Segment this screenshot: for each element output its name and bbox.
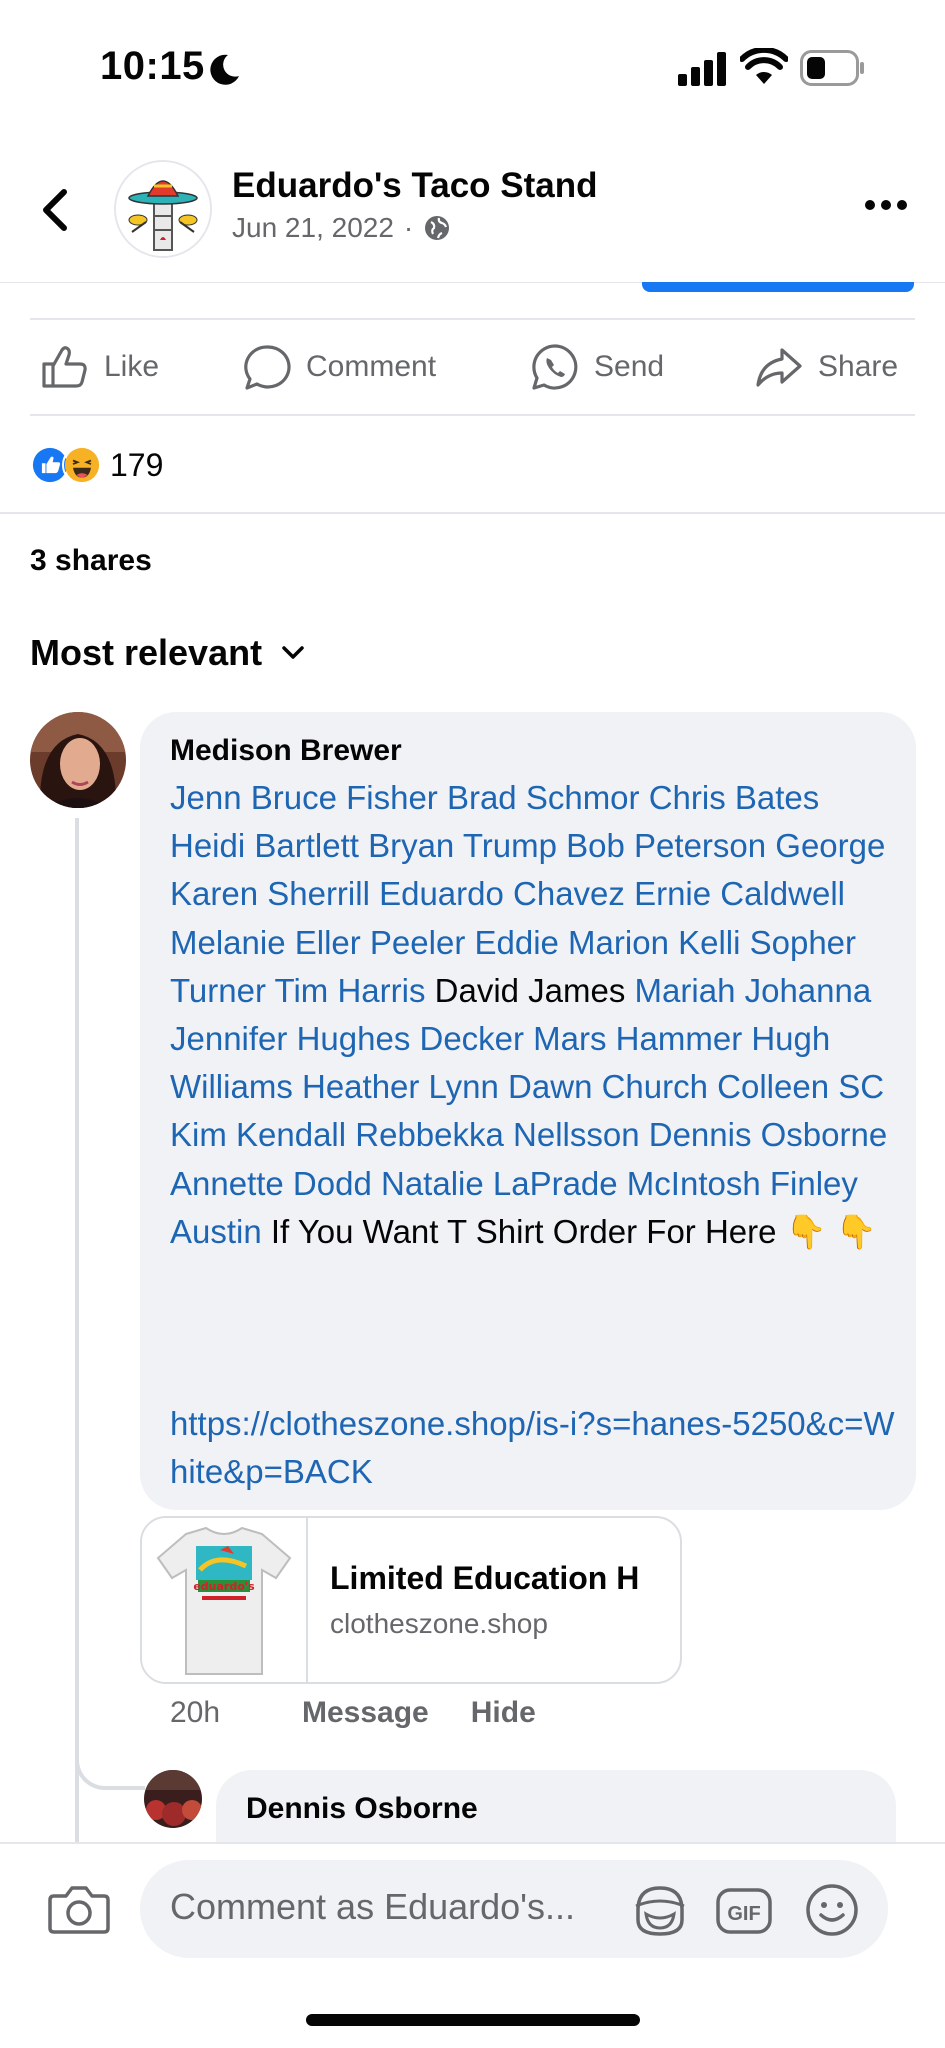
comment-label: Comment	[306, 350, 437, 383]
shirt-print-text: eduardo's	[193, 1580, 255, 1593]
reactions-summary[interactable]: 179	[30, 442, 163, 488]
share-button[interactable]: Share	[754, 344, 898, 390]
tshirt-image-icon: eduardo's	[156, 1526, 292, 1675]
gif-icon: GIF	[716, 1888, 772, 1934]
meta-separator: ·	[403, 212, 414, 243]
comment-input[interactable]: Comment as Eduardo's... GIF	[140, 1860, 888, 1958]
post-button-remnant	[642, 282, 914, 292]
haha-reaction-icon	[62, 445, 102, 485]
comment-input-placeholder: Comment as Eduardo's...	[170, 1886, 576, 1927]
wifi-icon	[740, 48, 788, 84]
status-time: 10:15	[100, 44, 205, 88]
share-arrow-icon	[756, 348, 802, 387]
thread-line	[75, 818, 79, 1844]
like-label: Like	[104, 350, 160, 383]
page-name[interactable]: Eduardo's Taco Stand	[232, 166, 598, 206]
comment-button[interactable]: Comment	[242, 344, 436, 390]
comment-text: If You Want T Shirt Order For Here 👇 👇	[261, 1212, 878, 1250]
comment-sort-dropdown[interactable]: Most relevant	[30, 632, 306, 674]
moon-icon	[210, 54, 239, 85]
comment-bubble-icon	[244, 345, 291, 390]
post-date: Jun 21, 2022	[232, 212, 394, 243]
profile-photo-icon	[30, 712, 126, 808]
avatar-sticker-icon[interactable]	[628, 1882, 690, 1938]
preview-title: Limited Education H	[330, 1560, 640, 1596]
post-meta: Jun 21, 2022 ·	[232, 212, 451, 244]
back-arrow-icon[interactable]	[36, 180, 76, 240]
chevron-down-icon	[282, 646, 304, 659]
thumbs-up-icon	[42, 346, 87, 388]
like-button[interactable]: Like	[40, 344, 159, 390]
reactions-divider	[0, 512, 945, 514]
hide-button[interactable]: Hide	[471, 1696, 536, 1730]
comment-text: David James	[425, 971, 635, 1009]
share-label: Share	[818, 350, 899, 383]
more-options-icon[interactable]	[864, 198, 908, 212]
reply-author[interactable]: Dennis Osborne	[246, 1792, 478, 1826]
thread-branch	[75, 1720, 145, 1790]
page-avatar[interactable]	[114, 160, 212, 258]
preview-domain: clotheszone.shop	[330, 1608, 548, 1639]
commenter-avatar[interactable]	[30, 712, 126, 808]
preview-thumbnail: eduardo's	[142, 1518, 308, 1682]
comment-bubble: Medison Brewer Jenn Bruce Fisher Brad Sc…	[140, 712, 916, 1510]
post-header: Eduardo's Taco Stand Jun 21, 2022 ·	[0, 150, 945, 280]
status-bar: 10:15	[0, 0, 945, 140]
message-button[interactable]: Message	[302, 1696, 429, 1730]
taco-stand-logo-icon	[116, 162, 210, 256]
whatsapp-icon	[532, 344, 578, 390]
comment-meta-row: 20h Message Hide	[170, 1696, 578, 1730]
emoji-icon[interactable]	[804, 1882, 860, 1938]
reply-author-avatar[interactable]	[144, 1770, 202, 1828]
comment-composer: Comment as Eduardo's... GIF	[0, 1842, 945, 2048]
reaction-count: 179	[110, 446, 164, 483]
sort-label: Most relevant	[30, 632, 263, 673]
profile-photo-icon	[144, 1770, 202, 1828]
shares-count[interactable]: 3 shares	[30, 544, 152, 578]
actions-bottom-divider	[30, 414, 915, 416]
battery-icon	[800, 50, 864, 86]
link-preview-card[interactable]: eduardo's Limited Education H clotheszon…	[140, 1516, 682, 1684]
gif-label: GIF	[727, 1903, 760, 1925]
home-indicator	[306, 2014, 640, 2026]
post-actions-bar: Like Comment Send Share	[30, 320, 915, 416]
comment-author[interactable]: Medison Brewer	[170, 734, 402, 768]
gif-button[interactable]: GIF	[716, 1886, 772, 1936]
comment-body: Jenn Bruce Fisher Brad Schmor Chris Bate…	[170, 774, 900, 1256]
globe-icon	[425, 216, 450, 240]
comment-time: 20h	[170, 1696, 221, 1729]
send-label: Send	[594, 350, 665, 383]
send-button[interactable]: Send	[530, 344, 664, 390]
mention-list[interactable]: Mariah Johanna Jennifer Hughes Decker Ma…	[170, 972, 887, 1250]
comment-link[interactable]: https://clotheszone.shop/is-i?s=hanes-52…	[170, 1400, 900, 1496]
camera-icon[interactable]	[48, 1882, 110, 1936]
signal-icon	[678, 52, 726, 86]
